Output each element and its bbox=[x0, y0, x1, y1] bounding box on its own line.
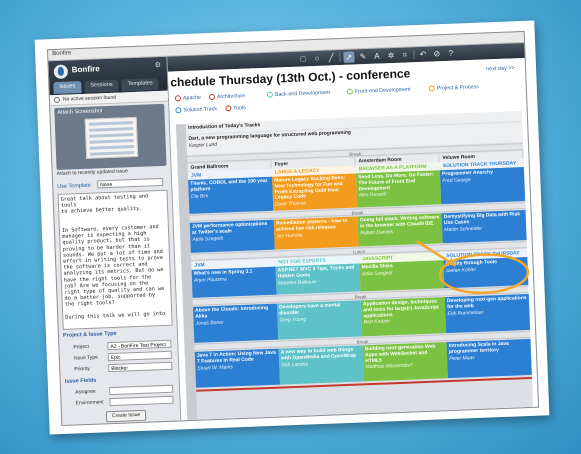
crop-icon[interactable]: ⌗ bbox=[399, 49, 410, 60]
template-label: Use Template bbox=[57, 182, 91, 190]
schedule-grid: Introduction of Today's Tracks Dart, a n… bbox=[175, 111, 534, 421]
arrow-icon[interactable]: ➚ bbox=[343, 51, 355, 63]
line-icon[interactable]: ╱ bbox=[325, 52, 336, 63]
square-icon[interactable]: □ bbox=[297, 53, 308, 64]
session-card[interactable]: ASP.NET MVC 3 Tips, Tricks and Hidden Ge… bbox=[275, 263, 361, 295]
page-title: chedule Thursday (13th Oct.) - conferenc… bbox=[170, 66, 411, 90]
session-card-highlighted[interactable]: Quality through Tools Stefan Kohler bbox=[443, 256, 529, 289]
project-section-header[interactable]: Project & Issue Type bbox=[63, 331, 117, 339]
next-day-link[interactable]: next day >> bbox=[486, 65, 515, 72]
issue-type-select[interactable]: Epic bbox=[107, 350, 172, 362]
legend-item[interactable]: Project & Process bbox=[428, 84, 479, 92]
circle-icon[interactable]: ○ bbox=[311, 53, 322, 64]
session-status-text: No active session found bbox=[62, 94, 117, 103]
issue-description-textarea[interactable]: Great talk about testing and tools to ac… bbox=[57, 189, 173, 330]
brand-name: Bonfire bbox=[71, 64, 100, 75]
bonfire-logo-icon bbox=[53, 64, 69, 80]
project-label: Project bbox=[73, 343, 90, 351]
legend-item[interactable]: Apache bbox=[174, 94, 201, 101]
legend-item[interactable]: Tools bbox=[225, 105, 246, 112]
session-card[interactable]: Programmer Anarchy Fred George bbox=[439, 167, 526, 205]
assignee-input[interactable] bbox=[108, 384, 174, 396]
assignee-label: Assignee bbox=[75, 388, 96, 396]
undo-icon[interactable]: ↶ bbox=[417, 49, 428, 60]
tab-issues[interactable]: Issues bbox=[53, 80, 82, 95]
session-card[interactable]: Building next-generation Web Apps with W… bbox=[362, 342, 448, 382]
text-icon[interactable]: A bbox=[371, 50, 382, 61]
template-select[interactable]: None bbox=[97, 177, 164, 189]
issue-type-label: Issue Type bbox=[73, 354, 99, 362]
session-card[interactable]: Developing next-gen applications for the… bbox=[444, 293, 531, 334]
tab-templates[interactable]: Templates bbox=[121, 78, 159, 92]
environment-field: Environment bbox=[65, 395, 175, 409]
blur-icon[interactable]: ✲ bbox=[385, 50, 396, 61]
session-card[interactable]: Remediation patterns - how to achieve lo… bbox=[273, 216, 359, 250]
schedule-page: chedule Thursday (13th Oct.) - conferenc… bbox=[167, 57, 539, 421]
legend-item[interactable]: Solution Track bbox=[175, 106, 217, 114]
session-card[interactable]: Send Less, Do More, Go Faster: The Futur… bbox=[355, 170, 442, 208]
session-card[interactable]: Mozilla Skies Attila Szegedi bbox=[359, 260, 445, 292]
help-icon[interactable]: ? bbox=[445, 48, 456, 59]
attach-recent-link[interactable]: Attach to recently updated issue bbox=[57, 168, 128, 177]
pen-icon[interactable]: ✎ bbox=[357, 51, 368, 62]
issue-fields-section-header[interactable]: Issue Fields bbox=[65, 378, 97, 385]
legend-item[interactable]: Architecture bbox=[208, 93, 245, 101]
create-issue-button[interactable]: Create Issue bbox=[105, 409, 147, 423]
close-icon[interactable]: ⚙ bbox=[155, 61, 162, 69]
session-card[interactable]: Demystifying Big Data with Riak Use Case… bbox=[441, 210, 527, 244]
priority-select[interactable]: Blocker bbox=[108, 361, 173, 373]
legend-item[interactable]: Back-end Development bbox=[266, 89, 330, 98]
brand-header: Bonfire ⚙ Issues Sessions Templates bbox=[48, 56, 168, 96]
session-card[interactable]: Mature Legacy Sucking Bees: New Technolo… bbox=[272, 173, 358, 211]
application-window: Bonfire Bonfire ⚙ Issues Sessions Templa… bbox=[46, 30, 540, 426]
window-title: Bonfire bbox=[52, 50, 72, 58]
environment-label: Environment bbox=[75, 399, 104, 407]
tab-sessions[interactable]: Sessions bbox=[84, 79, 119, 93]
priority-label: Priority bbox=[74, 365, 90, 373]
project-select[interactable]: A2 - BonFire Test Project bbox=[107, 339, 172, 351]
session-card[interactable]: Titanic, COBOL and the 100 year platform… bbox=[188, 176, 274, 214]
delete-icon[interactable]: ⊘ bbox=[431, 48, 442, 59]
environment-input[interactable] bbox=[109, 395, 174, 407]
bonfire-side-panel: Bonfire ⚙ Issues Sessions Templates No a… bbox=[48, 56, 182, 425]
legend-item[interactable]: Front-end Development bbox=[346, 86, 411, 95]
session-card[interactable]: Application design, techniques and tools… bbox=[360, 297, 447, 337]
screenshot-photo-frame: Bonfire Bonfire ⚙ Issues Sessions Templa… bbox=[34, 20, 550, 435]
session-card[interactable]: Java 7 in Action: Using New Java 7 Featu… bbox=[194, 348, 281, 388]
attach-screenshot-label: Attach Screenshot bbox=[57, 108, 103, 116]
session-card[interactable]: JVM performance optimizations at Twitter… bbox=[189, 219, 275, 253]
session-card[interactable]: Above the Clouds: Introducing Akka Jonas … bbox=[192, 303, 279, 343]
priority-field: Priority Blocker bbox=[64, 361, 174, 375]
attach-screenshot-box[interactable]: Attach Screenshot bbox=[54, 103, 167, 170]
session-card[interactable]: Developers have a mental disorder Greg Yo… bbox=[276, 300, 363, 340]
session-card[interactable]: A new way to build web things with OpenM… bbox=[278, 345, 364, 385]
session-card[interactable]: What's new in Spring 3.1 Arjen Poutsma bbox=[191, 266, 277, 298]
screenshot-thumbnail[interactable] bbox=[84, 116, 139, 159]
session-status-icon bbox=[53, 96, 61, 104]
session-card[interactable]: Introducing Scala in Java programmer ter… bbox=[446, 338, 532, 379]
session-card[interactable]: Going full stack: Writing software in th… bbox=[357, 213, 443, 247]
